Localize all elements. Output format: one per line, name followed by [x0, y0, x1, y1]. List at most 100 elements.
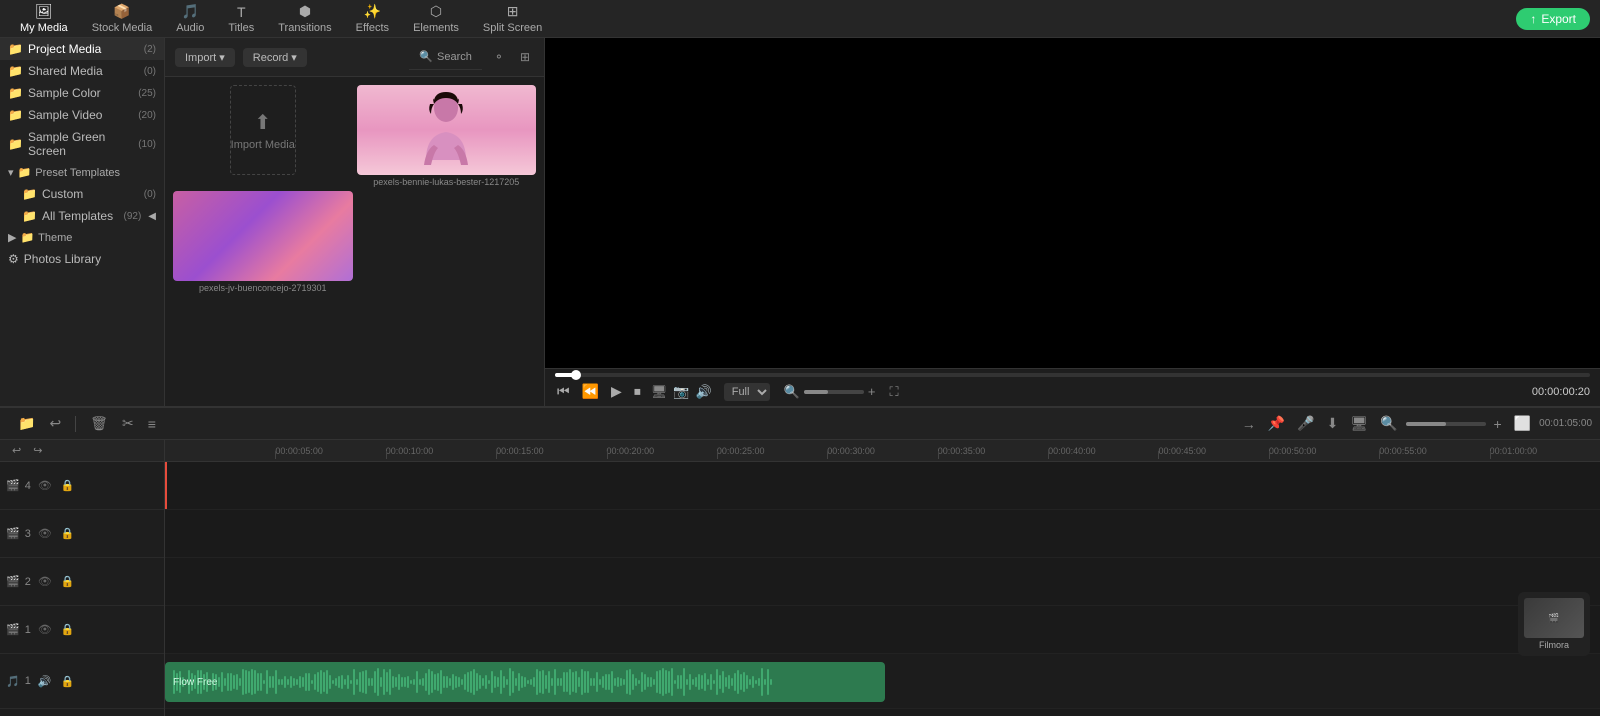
quality-select[interactable]: Full 1/2 1/4 — [724, 383, 770, 401]
sidebar-item-all-templates[interactable]: 📁 All Templates (92) ◀ — [0, 205, 164, 227]
waveform-bar — [269, 676, 271, 688]
timeline-tool-4[interactable]: ⬇ — [1323, 413, 1343, 434]
waveform-bar — [701, 675, 703, 688]
waveform-bar — [764, 679, 766, 684]
waveform-bar — [314, 674, 316, 690]
timeline-tool-3[interactable]: 🎤 — [1293, 413, 1318, 434]
sidebar-preset-templates-header[interactable]: ▾ 📁 Preset Templates — [0, 162, 164, 183]
waveform-bar — [410, 680, 412, 685]
record-button[interactable]: Record ▾ — [243, 48, 307, 67]
waveform-bar — [653, 679, 655, 685]
import-media-box[interactable]: ⬆ Import Media — [230, 85, 296, 175]
timeline-btn-2[interactable]: ↩ — [45, 413, 65, 434]
nav-audio[interactable]: 🎵 Audio — [166, 1, 214, 36]
timeline-tool-1[interactable]: → — [1238, 414, 1260, 434]
nav-split-screen[interactable]: ⊞ Split Screen — [473, 1, 552, 36]
waveform-bar — [371, 678, 373, 685]
pin-icon: ◀ — [148, 211, 156, 222]
nav-effects[interactable]: ✨ Effects — [346, 1, 399, 36]
media-item-import[interactable]: ⬆ Import Media — [173, 85, 353, 187]
sidebar-theme-header[interactable]: ▶ 📁 Theme — [0, 227, 164, 248]
nav-my-media[interactable]: 🖼 My Media — [10, 1, 78, 36]
nav-titles[interactable]: T Titles — [218, 2, 264, 36]
waveform-bar — [209, 679, 211, 685]
waveform-bar — [230, 673, 232, 691]
sidebar-item-sample-green-screen[interactable]: 📁 Sample Green Screen (10) — [0, 126, 164, 162]
sidebar-item-sample-video[interactable]: 📁 Sample Video (20) — [0, 104, 164, 126]
track-eye-2[interactable]: 👁 — [36, 574, 54, 589]
track-lock-3[interactable]: 🔒 — [59, 526, 77, 541]
waveform-bar — [554, 669, 556, 695]
import-button[interactable]: Import ▾ — [175, 48, 235, 67]
monitor-icon[interactable]: 🖥 — [651, 384, 668, 400]
grid-icon[interactable]: ⊞ — [516, 48, 534, 66]
sidebar-item-custom[interactable]: 📁 Custom (0) — [0, 183, 164, 205]
zoom-in-icon[interactable]: + — [868, 384, 876, 399]
play-button[interactable]: ▶ — [609, 381, 624, 402]
waveform-bar — [293, 678, 295, 686]
nav-stock-media[interactable]: 📦 Stock Media — [82, 1, 163, 36]
sidebar-item-shared-media[interactable]: 📁 Shared Media (0) — [0, 60, 164, 82]
timeline-end-btn[interactable]: ⬜ — [1510, 413, 1535, 434]
step-back-button[interactable]: ⏪ — [580, 381, 601, 402]
screenshot-icon[interactable]: 📷 — [673, 384, 689, 400]
search-area[interactable]: 🔍 Search — [409, 44, 482, 70]
track-eye-1[interactable]: 👁 — [36, 622, 54, 637]
track-row-2 — [165, 558, 1600, 606]
volume-icon[interactable]: 🔊 — [696, 384, 712, 400]
track-lock-audio-1[interactable]: 🔒 — [59, 674, 77, 689]
timeline-ruler[interactable]: 00:00:05:0000:00:10:0000:00:15:0000:00:2… — [165, 440, 1600, 462]
audio-clip[interactable]: Flow Free — [165, 662, 885, 702]
track-eye-4[interactable]: 👁 — [36, 478, 54, 493]
stop-button[interactable]: ⏹ — [632, 381, 643, 402]
media-item-pink[interactable]: pexels-jv-buenconcejo-2719301 — [173, 191, 353, 293]
playhead[interactable]: ✕ — [165, 462, 167, 509]
list-button[interactable]: ≡ — [144, 414, 160, 434]
waveform-bar — [416, 671, 418, 693]
waveform-bar — [443, 676, 445, 688]
nav-transitions[interactable]: ⬢ Transitions — [268, 1, 341, 36]
track-header-btn1[interactable]: ↩ — [8, 442, 25, 459]
track-lock-1[interactable]: 🔒 — [59, 622, 77, 637]
zoom-out-icon[interactable]: 🔍 — [784, 384, 800, 400]
track-mute-1[interactable]: 🔊 — [36, 674, 54, 689]
preview-seekbar[interactable] — [555, 373, 1590, 377]
track-lock-2[interactable]: 🔒 — [59, 574, 77, 589]
ruler-marks: 00:00:05:0000:00:10:0000:00:15:0000:00:2… — [165, 440, 1600, 459]
export-button[interactable]: ↑ Export — [1516, 8, 1590, 30]
waveform-bar — [425, 673, 427, 690]
import-label: Import ▾ — [185, 51, 225, 64]
sidebar-item-sample-color[interactable]: 📁 Sample Color (25) — [0, 82, 164, 104]
timeline-tool-6[interactable]: 🔍 — [1376, 413, 1401, 434]
waveform-bar — [752, 676, 754, 689]
waveform-bar — [650, 677, 652, 686]
waveform-bar — [404, 677, 406, 686]
nav-elements[interactable]: ⬡ Elements — [403, 1, 469, 36]
waveform-bar — [749, 679, 751, 685]
add-media-button[interactable]: 📁 — [14, 413, 39, 434]
waveform-bar — [260, 673, 262, 691]
fullscreen-icon[interactable]: ⛶ — [890, 384, 899, 400]
waveform-bar — [266, 670, 268, 694]
waveform-bar — [233, 675, 235, 688]
track-header-btn2[interactable]: ↪ — [29, 442, 46, 459]
timeline-tool-2[interactable]: 📌 — [1264, 413, 1289, 434]
media-item-person[interactable]: pexels-bennie-lukas-bester-1217205 — [357, 85, 537, 187]
seekbar-handle[interactable] — [571, 370, 581, 380]
folder-icon-6: 📁 — [18, 166, 32, 179]
sidebar-item-project-media[interactable]: 📁 Project Media (2) — [0, 38, 164, 60]
waveform-bar — [212, 673, 214, 691]
waveform-bar — [449, 678, 451, 686]
waveform-bar — [512, 671, 514, 692]
scissors-button[interactable]: ✂ — [118, 413, 138, 434]
timeline-tool-5[interactable]: 🖥 — [1346, 413, 1372, 434]
filter-icon[interactable]: ⚬ — [490, 48, 508, 66]
track-eye-3[interactable]: 👁 — [36, 526, 54, 541]
waveform-bar — [704, 673, 706, 691]
rewind-button[interactable]: ⏮ — [555, 381, 572, 402]
track-lock-4[interactable]: 🔒 — [59, 478, 77, 493]
track-num-4: 4 — [25, 480, 31, 492]
timeline-zoom-plus[interactable]: + — [1490, 414, 1506, 434]
delete-button[interactable]: 🗑 — [86, 413, 112, 434]
sidebar-item-photos-library[interactable]: ⚙ Photos Library — [0, 248, 164, 270]
